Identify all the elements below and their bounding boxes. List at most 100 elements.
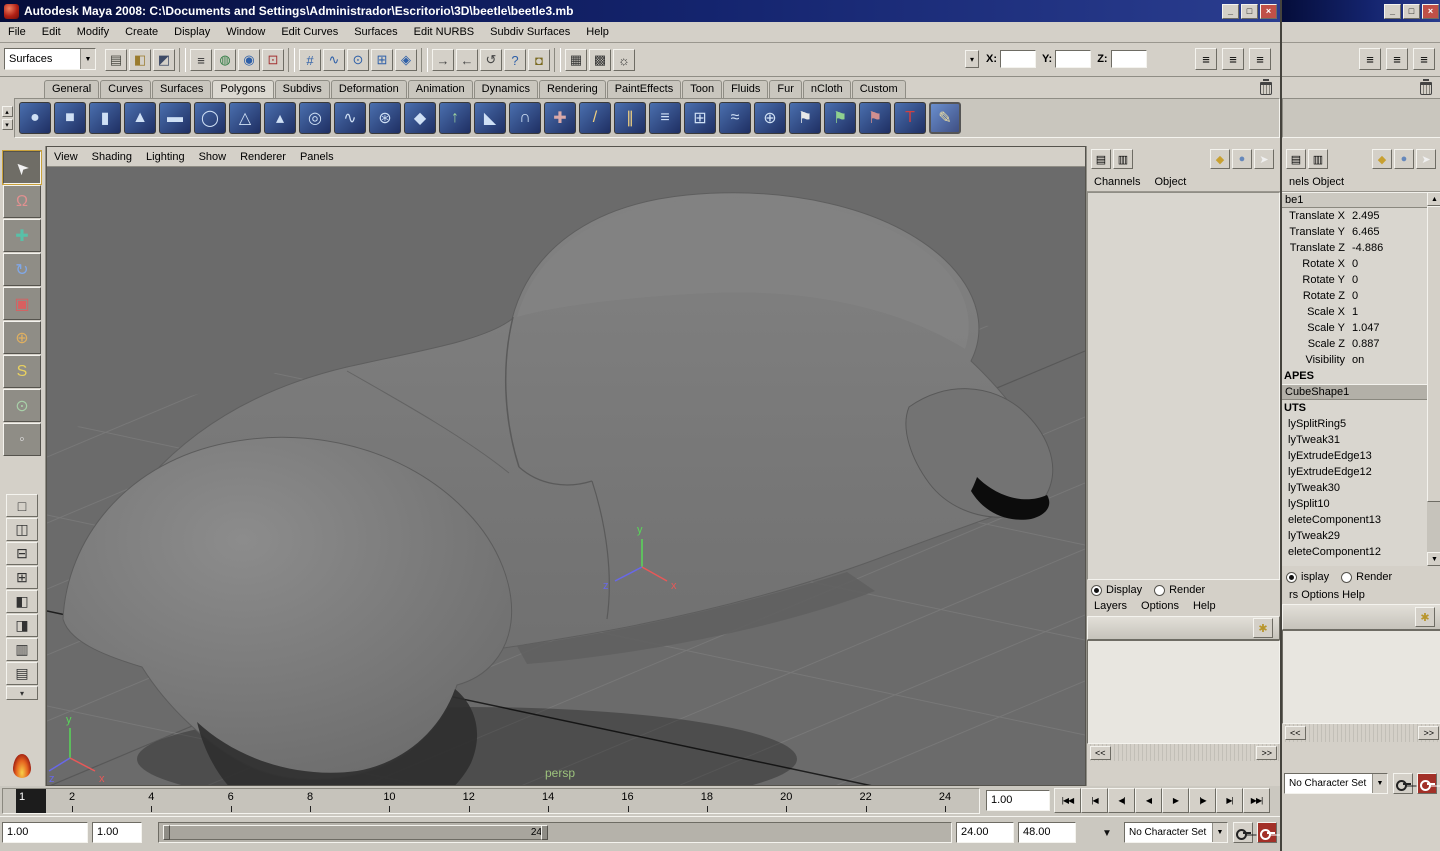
poly-torus-icon[interactable]: ◯ <box>194 102 226 134</box>
create-layer-icon[interactable]: ✱ <box>1415 607 1435 627</box>
character-set-selector[interactable]: No Character Set ▼ <box>1284 773 1388 794</box>
channel-box-layout-icon[interactable]: ▤ <box>1286 149 1306 169</box>
close-button[interactable]: × <box>1260 3 1277 19</box>
lock-icon[interactable]: ◘ <box>528 49 550 71</box>
poly-prism-icon[interactable]: △ <box>229 102 261 134</box>
channel-attribute-row[interactable]: Rotate Z 0 <box>1282 288 1427 304</box>
channel-attribute-row[interactable]: Translate Y 6.465 <box>1282 224 1427 240</box>
pane-collapse-right-button[interactable]: >> <box>1418 726 1439 740</box>
show-manipulator-tool[interactable]: ⊙ <box>3 389 41 422</box>
menu-display[interactable]: Display <box>166 23 218 42</box>
viewport-3d-view[interactable]: y z x y z x <box>47 167 1085 785</box>
select-hierarchy-icon[interactable]: ≡ <box>190 49 212 71</box>
go-to-start-button[interactable]: |◀◀ <box>1054 788 1081 813</box>
menu-window[interactable]: Window <box>218 23 273 42</box>
snap-to-grid-icon[interactable]: # <box>299 49 321 71</box>
render-radio[interactable] <box>1154 584 1166 596</box>
attribute-editor-toggle[interactable]: ≡ <box>1359 48 1381 70</box>
layout-three-panes-right[interactable]: ◨ <box>6 614 38 637</box>
pane-collapse-left-button[interactable]: << <box>1285 726 1306 740</box>
tool-settings-toggle[interactable]: ≡ <box>1386 48 1408 70</box>
pick-arrow-icon[interactable]: ➤ <box>1416 149 1436 169</box>
rotate-tool[interactable]: ↻ <box>3 253 41 286</box>
shelf-down-icon[interactable]: ▾ <box>1 119 13 130</box>
step-forward-key-button[interactable]: ▶| <box>1216 788 1243 813</box>
layout-outliner-persp[interactable]: ▥ <box>6 638 38 661</box>
last-tool-used[interactable]: ◦ <box>3 423 41 456</box>
paint-effects-button[interactable] <box>13 754 31 778</box>
channel-attribute-row[interactable]: Visibility on <box>1282 352 1427 368</box>
render-settings-icon[interactable]: ☼ <box>613 49 635 71</box>
poly-sphere-icon[interactable]: ● <box>19 102 51 134</box>
snap-to-curve-icon[interactable]: ∿ <box>323 49 345 71</box>
auto-keyframe-toggle[interactable] <box>1417 773 1437 794</box>
menu-create[interactable]: Create <box>117 23 166 42</box>
channel-box-menu-channels[interactable]: Channels <box>1087 174 1147 190</box>
menu-modify[interactable]: Modify <box>69 23 117 42</box>
scroll-up-icon[interactable]: ▲ <box>1427 192 1440 206</box>
input-node-row[interactable]: lyTweak31 <box>1282 432 1427 448</box>
attribute-editor-toggle[interactable]: ≡ <box>1195 48 1217 70</box>
select-object-icon[interactable]: ◍ <box>214 49 236 71</box>
select-tool[interactable]: ➤ <box>2 150 42 185</box>
viewport-menu-show[interactable]: Show <box>192 149 234 165</box>
layout-four-panes[interactable]: ⊞ <box>6 566 38 589</box>
layer-menu-options[interactable]: Options <box>1134 598 1186 614</box>
character-set-selector[interactable]: No Character Set ▼ <box>1124 822 1228 843</box>
perspective-viewport-panel[interactable]: View Shading Lighting Show Renderer Panels <box>46 146 1086 786</box>
channel-attribute-row[interactable]: Scale Z 0.887 <box>1282 336 1427 352</box>
new-scene-icon[interactable]: ▤ <box>105 49 127 71</box>
poly-cube-icon[interactable]: ■ <box>54 102 86 134</box>
input-node-row[interactable]: lySplit10 <box>1282 496 1427 512</box>
input-connections-icon[interactable]: → <box>432 49 454 71</box>
viewport-menu-renderer[interactable]: Renderer <box>233 149 293 165</box>
channel-attribute-row[interactable]: Rotate Y 0 <box>1282 272 1427 288</box>
channel-attribute-value[interactable]: 0 <box>1352 272 1427 288</box>
poly-cone-icon[interactable]: ▲ <box>124 102 156 134</box>
viewport-menu-shading[interactable]: Shading <box>85 149 139 165</box>
back-layer-list[interactable] <box>1282 630 1440 724</box>
pane-collapse-right-button[interactable]: >> <box>1256 745 1277 760</box>
close-button[interactable]: × <box>1422 3 1439 19</box>
input-node-row[interactable]: lyExtrudeEdge12 <box>1282 464 1427 480</box>
playback-start-field[interactable]: 1.00 <box>92 822 142 843</box>
menu-set-selector[interactable]: Surfaces ▼ <box>4 48 96 70</box>
set-key-button[interactable] <box>1393 773 1413 794</box>
background-maya-window[interactable]: _ □ × ≡ ≡ ≡ ▤ ▥ ◆ ● ➤ nels Object be1 Translat… <box>1280 0 1440 851</box>
y-input[interactable] <box>1055 50 1092 68</box>
channel-node-header[interactable]: be1 <box>1282 192 1427 208</box>
split-polygon-icon[interactable]: / <box>579 102 611 134</box>
open-scene-icon[interactable]: ◧ <box>129 49 151 71</box>
minimize-button[interactable]: _ <box>1384 3 1401 19</box>
channel-attribute-row[interactable]: Scale X 1 <box>1282 304 1427 320</box>
auto-keyframe-toggle[interactable] <box>1257 822 1277 843</box>
input-node-row[interactable]: lyTweak30 <box>1282 480 1427 496</box>
poly-cylinder-icon[interactable]: ▮ <box>89 102 121 134</box>
back-pane-splitter[interactable]: << >> <box>1282 724 1440 742</box>
title-bar[interactable]: Autodesk Maya 2008: C:\Documents and Set… <box>0 0 1280 22</box>
render-current-frame-icon[interactable]: ▦ <box>565 49 587 71</box>
shape-node-row[interactable]: CubeShape1 <box>1282 384 1427 400</box>
boolean-difference-icon[interactable]: ⚑ <box>824 102 856 134</box>
shaded-sphere-icon[interactable]: ● <box>1394 149 1414 169</box>
smooth-icon[interactable]: ≈ <box>719 102 751 134</box>
x-input[interactable] <box>1000 50 1036 68</box>
viewport-canvas[interactable]: y z x y z x persp <box>47 167 1085 785</box>
poly-soccer-ball-icon[interactable]: ⊛ <box>369 102 401 134</box>
viewport-menu-lighting[interactable]: Lighting <box>139 149 192 165</box>
shelf-tab-dynamics[interactable]: Dynamics <box>473 80 538 98</box>
channel-box-layout-icon[interactable]: ▤ <box>1091 149 1111 169</box>
current-frame-indicator[interactable]: 1 <box>16 789 46 813</box>
pick-arrow-icon[interactable]: ➤ <box>1254 149 1274 169</box>
range-start-handle[interactable] <box>163 825 170 840</box>
input-node-row[interactable]: lySplitRing5 <box>1282 416 1427 432</box>
menu-surfaces[interactable]: Surfaces <box>346 23 405 42</box>
paint-bucket-icon[interactable]: ◆ <box>1372 149 1392 169</box>
camera-name-label[interactable]: persp <box>510 766 610 780</box>
boolean-intersection-icon[interactable]: ⚑ <box>859 102 891 134</box>
channel-box-scrollbar[interactable]: ▲ ▼ <box>1427 192 1440 566</box>
minimize-button[interactable]: _ <box>1222 3 1239 19</box>
poly-text-icon[interactable]: T <box>894 102 926 134</box>
playback-end-field[interactable]: 24.00 <box>956 822 1014 843</box>
select-by-type-icon[interactable]: ⊡ <box>262 49 284 71</box>
